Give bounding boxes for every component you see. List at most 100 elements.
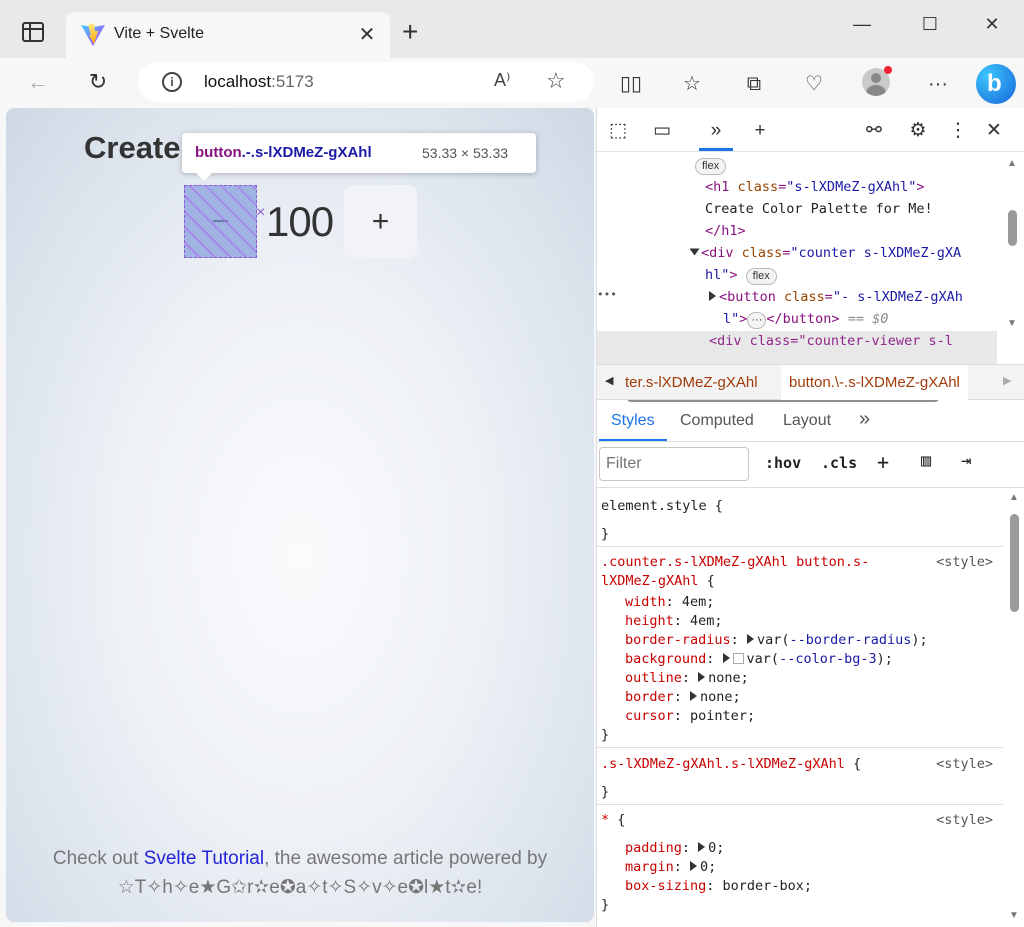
more-options-icon[interactable]: ··· (924, 70, 952, 98)
close-tab-icon[interactable]: ✕ (356, 22, 378, 47)
prop-border-radius[interactable]: border-radius: var(--border-radius); (625, 630, 928, 650)
tab-layout[interactable]: Layout (783, 412, 831, 430)
ellipsis-badge[interactable]: ··· (747, 312, 767, 329)
favorite-star-icon[interactable]: ☆ (546, 68, 566, 94)
site-info-icon[interactable]: i (162, 72, 182, 92)
styles-filter-row: :hov .cls + ▥ ⇥ (597, 442, 1024, 488)
browser-essentials-icon[interactable]: ♡ (800, 70, 828, 98)
add-tool-icon[interactable]: + (747, 118, 773, 144)
window-close-icon[interactable]: ✕ (972, 10, 1012, 38)
flex-badge[interactable]: flex (695, 158, 727, 175)
breadcrumb: ◀ ter.s-lXDMeZ-gXAhl button.\-.s-lXDMeZ-… (597, 364, 1024, 400)
styles-tabbar: Styles Computed Layout » (597, 402, 1024, 442)
split-screen-icon[interactable]: ▯▯ (617, 70, 645, 98)
copilot-bing-icon[interactable]: b (976, 64, 1016, 104)
devtools-panel: ⬚ ▭ » + ⚯ ⚙ ⋮ ✕ flex <h1 class="s-lXDMeZ… (596, 108, 1024, 927)
prop-padding[interactable]: padding: 0; (625, 838, 724, 858)
rule-source-link-2[interactable]: <style> (936, 754, 993, 774)
vite-logo-icon (81, 23, 105, 46)
devtools-toolbar: ⬚ ▭ » + ⚯ ⚙ ⋮ ✕ (597, 108, 1024, 152)
tab-computed[interactable]: Computed (680, 412, 754, 430)
dom-node-button[interactable]: <button class="- s-lXDMeZ-gXAh (709, 286, 963, 308)
tooltip-element-name: button.-.s-lXDMeZ-gXAhl (195, 144, 372, 161)
styles-filter-input[interactable] (599, 447, 749, 481)
settings-gear-icon[interactable]: ⚙ (905, 118, 931, 144)
prop-box-sizing[interactable]: box-sizing: border-box; (625, 876, 812, 896)
dom-vertical-scrollbar[interactable]: ▲ ▼ (1001, 154, 1024, 374)
tab-actions-icon[interactable] (22, 22, 44, 42)
footer-line-2: ☆T✧h✧e★G✩r✫e✪a✧t✧S✧v✧e✪l★t✫e! (117, 877, 483, 898)
url-text[interactable]: localhost:5173 (204, 72, 314, 92)
devtools-close-icon[interactable]: ✕ (981, 118, 1007, 144)
inspect-element-icon[interactable]: ⬚ (605, 118, 631, 144)
browser-window: { "browser": { "tab_title": "Vite + Svel… (0, 0, 1024, 927)
more-tabs-chevron-icon[interactable]: » (859, 408, 870, 431)
breadcrumb-right-arrow-icon[interactable]: ▶ (1003, 374, 1011, 387)
prop-border[interactable]: border: none; (625, 687, 741, 707)
prop-margin[interactable]: margin: 0; (625, 857, 716, 877)
page-title: Create (84, 130, 181, 165)
breadcrumb-item-counter[interactable]: ter.s-lXDMeZ-gXAhl (625, 374, 758, 391)
increment-button[interactable]: + (344, 185, 417, 258)
new-style-rule-icon[interactable]: + (877, 450, 889, 474)
tooltip-size: 53.33 × 53.33 (422, 145, 509, 161)
dom-node-counter-div[interactable]: <div class="counter s-lXDMeZ-gXA (689, 242, 961, 264)
maximize-icon[interactable]: ☐ (910, 10, 950, 38)
styles-rules: element.style { } .counter.s-lXDMeZ-gXAh… (597, 488, 1003, 927)
address-bar[interactable]: i localhost:5173 A⁾ ☆ (138, 62, 594, 102)
class-toggle[interactable]: .cls (821, 454, 857, 472)
expand-value-icon (722, 653, 730, 663)
prop-width[interactable]: width: 4em; (625, 592, 714, 612)
customize-icon[interactable]: ⚯ (861, 118, 887, 144)
prop-background[interactable]: background: var(--color-bg-3); (625, 649, 893, 669)
expand-value-icon (698, 842, 706, 852)
prop-height[interactable]: height: 4em; (625, 611, 723, 631)
active-tool-indicator (699, 148, 733, 151)
svelte-tutorial-link[interactable]: Svelte Tutorial (144, 848, 264, 869)
inspect-highlight-overlay (184, 185, 257, 258)
minimize-icon[interactable]: — (842, 10, 882, 38)
refresh-icon[interactable]: ↻ (82, 66, 114, 98)
overlay-margin-marker: × (256, 204, 266, 221)
row-options-dots[interactable]: ••• (597, 284, 617, 306)
dom-tree: flex <h1 class="s-lXDMeZ-gXAhl"> Create … (597, 154, 997, 444)
new-tab-icon[interactable]: + (402, 18, 418, 46)
dom-next-node[interactable]: <div class="counter-viewer s-l (709, 333, 953, 349)
color-swatch-icon (732, 653, 744, 664)
back-icon[interactable]: ← (22, 66, 54, 98)
element-style-selector[interactable]: element.style { (601, 496, 723, 516)
prop-outline[interactable]: outline: none; (625, 668, 749, 688)
favorites-icon[interactable]: ☆ (678, 70, 706, 98)
flex-badge-2[interactable]: flex (745, 268, 777, 285)
rule-source-link[interactable]: <style> (936, 552, 993, 572)
tab-title: Vite + Svelte (114, 25, 204, 42)
device-emulation-icon[interactable]: ▭ (649, 118, 675, 144)
prop-cursor[interactable]: cursor: pointer; (625, 706, 755, 726)
read-aloud-icon[interactable]: A⁾ (494, 70, 510, 91)
rule-counter-button-selector[interactable]: .counter.s-lXDMeZ-gXAhl button.s- (601, 552, 869, 572)
dom-h1-close[interactable]: </h1> (705, 223, 746, 239)
dom-h1-text[interactable]: Create Color Palette for Me! (705, 201, 933, 217)
devtools-menu-icon[interactable]: ⋮ (945, 118, 971, 144)
paint-brush-icon[interactable]: ▥ (921, 451, 931, 471)
active-tab-indicator (599, 439, 667, 441)
hover-state-toggle[interactable]: :hov (765, 454, 801, 472)
page-viewport: Create − 100 + × button.-.s-lXDMeZ-gXAhl… (6, 108, 594, 922)
navigation-bar: ← ↻ i localhost:5173 A⁾ ☆ ▯▯ ☆ ⧉ ♡ ··· b (0, 58, 1024, 106)
dom-node-h1[interactable]: <h1 class="s-lXDMeZ-gXAhl"> (705, 176, 924, 198)
rule-scoped-selector[interactable]: .s-lXDMeZ-gXAhl.s-lXDMeZ-gXAhl { (601, 754, 861, 774)
styles-vertical-scrollbar[interactable]: ▲ ▼ (1003, 488, 1024, 927)
expand-value-icon (690, 691, 698, 701)
breadcrumb-item-button[interactable]: button.\-.s-lXDMeZ-gXAhl (781, 365, 968, 400)
tab-styles[interactable]: Styles (611, 412, 655, 430)
collections-icon[interactable]: ⧉ (740, 70, 768, 98)
expand-value-icon (698, 672, 706, 682)
counter-value: 100 (266, 198, 334, 245)
rule-source-link-3[interactable]: <style> (936, 810, 993, 830)
toggle-sidebar-icon[interactable]: ⇥ (961, 451, 971, 471)
more-tools-chevron-icon[interactable]: » (703, 118, 729, 144)
breadcrumb-left-arrow-icon[interactable]: ◀ (605, 374, 613, 387)
rule-universal-selector[interactable]: * { (601, 810, 625, 830)
browser-tab[interactable]: Vite + Svelte ✕ (66, 12, 390, 58)
inspect-tooltip: button.-.s-lXDMeZ-gXAhl 53.33 × 53.33 (182, 133, 536, 181)
